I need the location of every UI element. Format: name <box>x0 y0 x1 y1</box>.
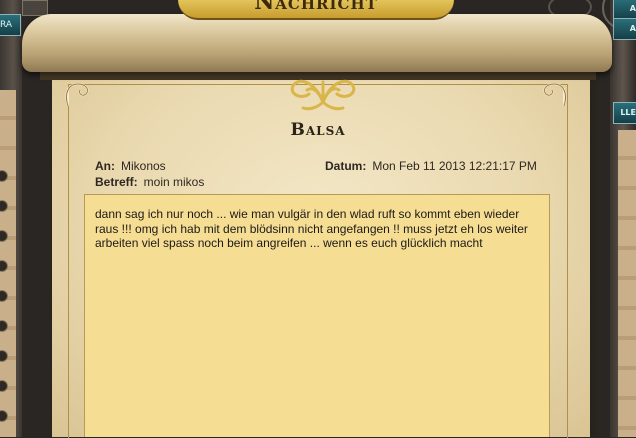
message-text: dann sag ich nur noch ... wie man vulgär… <box>95 207 528 250</box>
left-background-panel: RA <box>0 0 22 437</box>
right-tab-strip <box>618 130 636 437</box>
corner-flourish-icon <box>65 82 89 107</box>
right-background-panel: A A LLE <box>602 0 636 437</box>
subject-line: Betreff: moin mikos <box>95 175 204 189</box>
list-bullet-icon <box>0 230 8 242</box>
right-side-button-mid[interactable]: A <box>613 18 636 40</box>
window-title: Nachricht <box>254 0 378 15</box>
recipient-label: An: <box>95 159 115 173</box>
left-tab-strip <box>0 90 16 437</box>
right-side-button-mid-label: A <box>629 24 636 33</box>
list-bullet-icon <box>0 290 8 302</box>
date-line: Datum: Mon Feb 11 2013 12:21:17 PM <box>325 159 537 173</box>
list-bullet-icon <box>0 320 8 332</box>
corner-ornament <box>22 0 48 16</box>
list-bullet-icon <box>0 380 8 392</box>
right-side-button-top[interactable]: A <box>613 0 636 20</box>
recipient-value: Mikonos <box>121 159 166 173</box>
title-banner: Nachricht <box>178 0 454 20</box>
ornament-flourish-icon <box>290 79 356 111</box>
right-side-button-lower-label: LLE <box>620 108 636 117</box>
scroll-rod <box>22 14 612 72</box>
right-side-button-top-label: A <box>629 4 636 13</box>
subject-label: Betreff: <box>95 175 138 189</box>
list-bullet-icon <box>0 350 8 362</box>
left-side-button[interactable]: RA <box>0 14 21 36</box>
list-bullet-icon <box>0 200 8 212</box>
sender-name: Balsa <box>290 120 346 140</box>
date-value: Mon Feb 11 2013 12:21:17 PM <box>372 159 537 173</box>
subject-value: moin mikos <box>143 175 205 189</box>
left-side-button-label: RA <box>0 20 13 30</box>
message-body[interactable]: dann sag ich nur noch ... wie man vulgär… <box>84 194 550 437</box>
corner-flourish-icon <box>543 82 567 107</box>
date-label: Datum: <box>325 159 367 173</box>
list-bullet-icon <box>0 170 8 182</box>
list-bullet-icon <box>0 260 8 272</box>
recipient-line: An: Mikonos <box>95 159 166 173</box>
list-bullet-icon <box>0 410 8 422</box>
